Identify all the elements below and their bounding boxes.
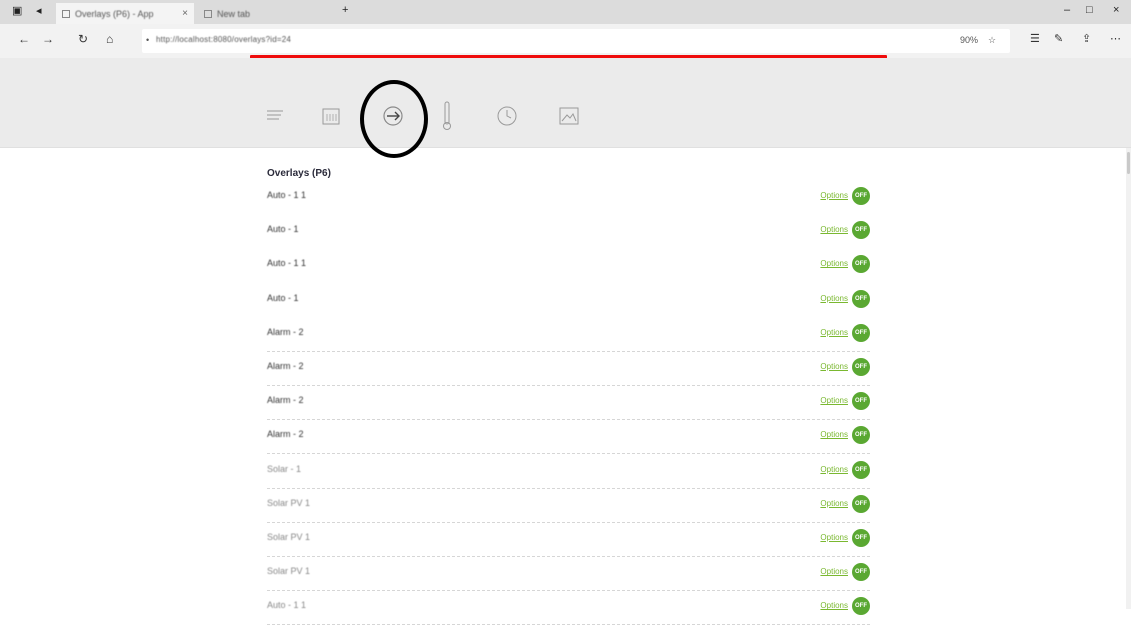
tab-back-icon[interactable]: ◂	[36, 4, 42, 17]
options-link[interactable]: Options	[820, 567, 848, 576]
options-link[interactable]: Options	[820, 601, 848, 610]
list-item-label: Auto - 1 1	[267, 190, 307, 200]
list-item-label: Auto - 1 1	[267, 258, 307, 269]
list-item: Solar PV 1 Options OFF	[267, 489, 870, 523]
toggle-button[interactable]: OFF	[852, 392, 870, 411]
app-toolbar	[0, 58, 1131, 148]
tab-actions-icon[interactable]: ▣	[12, 4, 22, 17]
section-title: Overlays (P6)	[267, 168, 331, 179]
list-item-label: Auto - 1	[267, 292, 299, 303]
favorite-star-icon[interactable]: ☆	[988, 35, 996, 46]
list-item-label: Solar PV 1	[267, 532, 311, 542]
back-icon[interactable]: ←	[18, 32, 30, 46]
close-window-icon[interactable]: ×	[1113, 4, 1119, 16]
browser-tab-bar: ▣ ◂ Overlays (P6) - App × New tab + – □ …	[0, 0, 1131, 24]
refresh-icon[interactable]: ↻	[78, 32, 88, 46]
toggle-button[interactable]: OFF	[852, 460, 870, 479]
toggle-button[interactable]: OFF	[852, 358, 870, 376]
options-link[interactable]: Options	[820, 362, 848, 371]
toggle-button[interactable]: OFF	[852, 289, 870, 308]
clock-icon[interactable]	[494, 103, 520, 129]
list-item: Alarm - 2 Options OFF	[267, 420, 870, 455]
options-link[interactable]: Options	[820, 294, 848, 303]
options-link[interactable]: Options	[820, 430, 848, 439]
options-link[interactable]: Options	[820, 465, 848, 474]
list-item-label: Solar PV 1	[267, 566, 311, 577]
list-item-label: Alarm - 2	[267, 429, 304, 440]
list-item: Alarm - 2 Options OFF	[267, 352, 870, 386]
toggle-button[interactable]: OFF	[852, 529, 870, 547]
more-icon[interactable]: ⋯	[1110, 32, 1121, 45]
list-item: Solar - 1 Options OFF	[267, 455, 870, 489]
toggle-button[interactable]: OFF	[852, 221, 870, 240]
toggle-button[interactable]: OFF	[852, 426, 870, 445]
options-link[interactable]: Options	[820, 191, 848, 200]
options-link[interactable]: Options	[820, 328, 848, 337]
maximize-icon[interactable]: □	[1086, 4, 1093, 16]
home-icon[interactable]: ⌂	[106, 32, 113, 46]
list-item: Auto - 1 Options OFF	[267, 284, 870, 318]
list-item: Auto - 1 1 Options OFF	[267, 181, 870, 215]
list-item: Auto - 1 1 Options OFF	[267, 249, 870, 283]
forward-icon[interactable]: →	[42, 32, 54, 46]
reading-list-icon[interactable]: ☰	[1030, 32, 1040, 45]
arrow-circle-icon[interactable]	[380, 103, 406, 129]
tab-favicon-icon	[204, 9, 212, 18]
list-item: Solar PV 1 Options OFF	[267, 523, 870, 557]
tab-favicon-icon	[62, 9, 70, 18]
toggle-button[interactable]: OFF	[852, 597, 870, 616]
list-icon[interactable]	[262, 103, 288, 129]
browser-nav-bar: ← → ↻ ⌂ • http://localhost:8080/overlays…	[0, 24, 1131, 58]
zoom-level[interactable]: 90%	[960, 35, 978, 45]
scrollbar-thumb[interactable]	[1127, 152, 1130, 174]
calendar-icon[interactable]	[318, 103, 344, 129]
thermometer-icon[interactable]	[434, 101, 460, 130]
pen-icon[interactable]: ✎	[1054, 32, 1063, 45]
list-item-label: Alarm - 2	[267, 326, 304, 337]
list-item: Solar PV 1 Options OFF	[267, 557, 870, 592]
tab-close-icon[interactable]: ×	[182, 8, 188, 19]
address-bar[interactable]: • http://localhost:8080/overlays?id=24 9…	[142, 29, 1010, 53]
url-text: http://localhost:8080/overlays?id=24	[156, 35, 292, 44]
list-item: Auto - 1 Options OFF	[267, 215, 870, 249]
list-item-label: Alarm - 2	[267, 395, 304, 406]
toggle-button[interactable]: OFF	[852, 255, 870, 274]
toggle-button[interactable]: OFF	[852, 187, 870, 205]
minimize-icon[interactable]: –	[1064, 4, 1070, 16]
list-item-label: Solar - 1	[267, 463, 302, 474]
share-icon[interactable]: ⇪	[1082, 32, 1091, 45]
tab-active[interactable]: Overlays (P6) - App ×	[56, 3, 194, 24]
image-icon[interactable]	[556, 103, 582, 129]
list-item: Alarm - 2 Options OFF	[267, 386, 870, 421]
list-item-label: Solar PV 1	[267, 497, 311, 508]
options-link[interactable]: Options	[820, 225, 848, 234]
new-tab-icon[interactable]: +	[342, 4, 348, 16]
toggle-button[interactable]: OFF	[852, 494, 870, 513]
options-link[interactable]: Options	[820, 499, 848, 508]
options-link[interactable]: Options	[820, 533, 848, 542]
toggle-button[interactable]: OFF	[852, 323, 870, 342]
lock-icon: •	[146, 35, 150, 45]
scrollbar-track[interactable]	[1126, 148, 1131, 609]
tab-title: Overlays (P6) - App	[75, 8, 154, 19]
list-item-label: Auto - 1	[267, 224, 299, 235]
list-item: Alarm - 2 Options OFF	[267, 318, 870, 352]
list-item: Auto - 1 1 Options OFF	[267, 591, 870, 625]
tab-title: New tab	[217, 8, 251, 19]
tab-other[interactable]: New tab	[198, 3, 318, 24]
toggle-button[interactable]: OFF	[852, 563, 870, 582]
options-link[interactable]: Options	[820, 259, 848, 268]
options-link[interactable]: Options	[820, 396, 848, 405]
list-item-label: Alarm - 2	[267, 361, 304, 371]
